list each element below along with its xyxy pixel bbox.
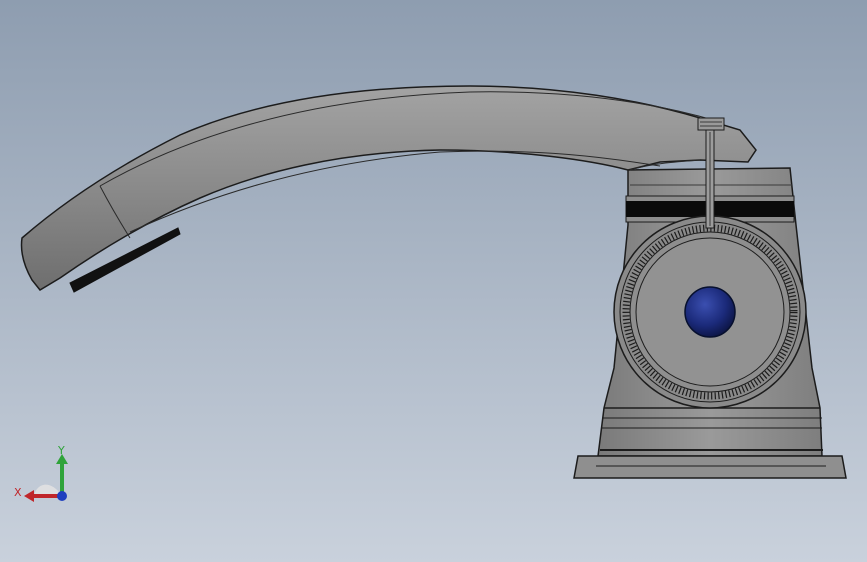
graphics-viewport[interactable]: Y X: [0, 0, 867, 562]
handle-knob[interactable]: [684, 286, 736, 338]
axis-triad: Y X: [14, 444, 68, 502]
y-axis-label: Y: [57, 444, 65, 457]
x-axis-arrowhead: [24, 490, 34, 502]
faucet-3d-model[interactable]: [0, 0, 867, 562]
x-axis-label: X: [14, 486, 22, 499]
z-axis-dot: [57, 491, 67, 501]
